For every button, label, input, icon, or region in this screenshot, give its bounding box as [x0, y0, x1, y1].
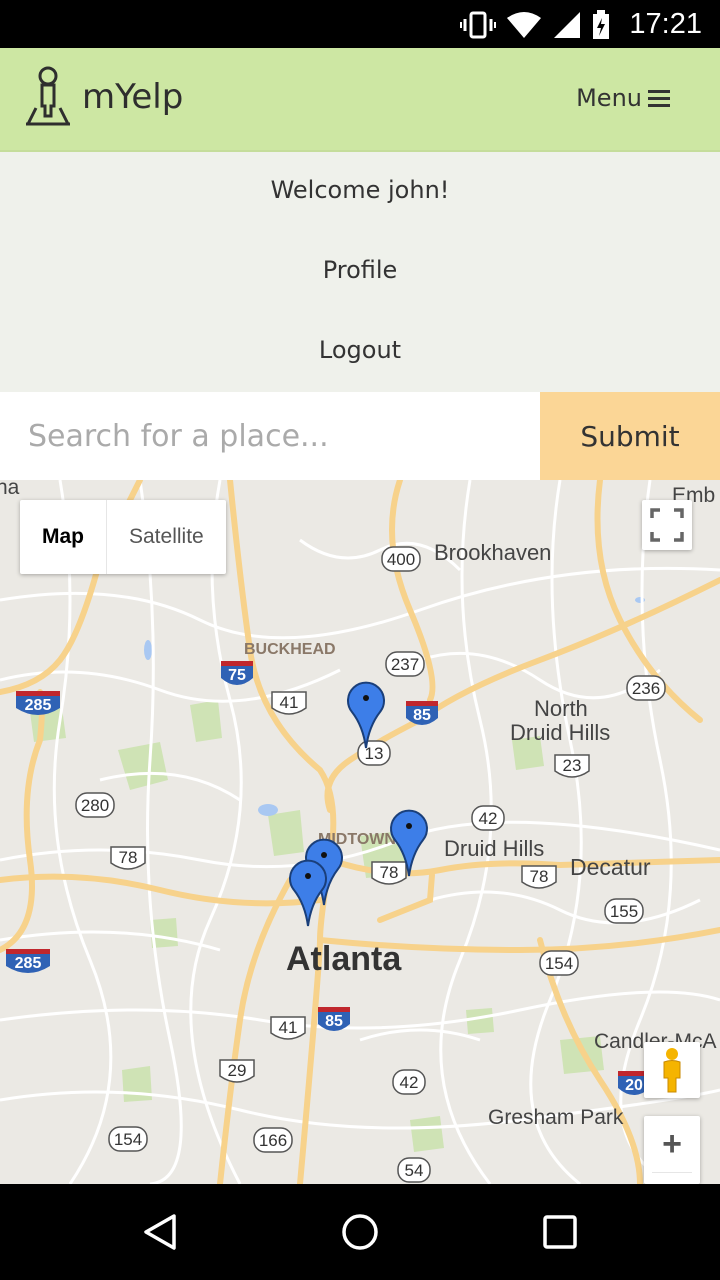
system-nav-bar — [0, 1184, 720, 1280]
search-form: Submit — [0, 392, 720, 480]
map-type-map-button[interactable]: Map — [20, 500, 107, 574]
shield-23: 23 — [563, 756, 582, 775]
shield-236: 236 — [632, 679, 660, 698]
google-map[interactable]: na Emb Brookhaven BUCKHEAD North Druid H… — [0, 480, 720, 1184]
shield-13: 13 — [365, 744, 384, 763]
wifi-icon — [507, 12, 541, 38]
label-brookhaven: Brookhaven — [434, 540, 551, 565]
shield-41a: 41 — [280, 693, 299, 712]
shield-154b: 154 — [114, 1130, 142, 1149]
search-input[interactable] — [0, 392, 540, 480]
shield-42b: 42 — [400, 1073, 419, 1092]
zoom-in-button[interactable]: + — [644, 1116, 700, 1172]
shield-155: 155 — [610, 902, 638, 921]
battery-charging-icon — [593, 10, 609, 39]
hamburger-icon — [648, 90, 670, 107]
welcome-text: Welcome john! — [270, 176, 450, 204]
shield-i85a: 85 — [413, 707, 431, 724]
street-view-pegman[interactable] — [644, 1042, 700, 1098]
back-icon[interactable] — [140, 1212, 180, 1252]
label-north-1: North — [534, 696, 588, 721]
fullscreen-button[interactable] — [642, 500, 692, 550]
map-type-control: Map Satellite — [20, 500, 226, 574]
shield-i285a: 285 — [25, 697, 52, 714]
label-buckhead: BUCKHEAD — [244, 641, 336, 658]
profile-link[interactable]: Profile — [0, 256, 720, 284]
label-north-2: Druid Hills — [510, 720, 610, 745]
shield-78a: 78 — [380, 863, 399, 882]
shield-78b: 78 — [119, 848, 138, 867]
shield-154a: 154 — [545, 954, 573, 973]
recents-icon[interactable] — [540, 1212, 580, 1252]
label-na: na — [0, 480, 20, 499]
logout-link[interactable]: Logout — [0, 336, 720, 364]
shield-i20: 20 — [625, 1077, 643, 1094]
signal-icon — [554, 12, 580, 38]
label-druid-hills: Druid Hills — [444, 836, 544, 861]
submit-button[interactable]: Submit — [540, 392, 720, 480]
status-time: 17:21 — [629, 8, 702, 40]
map-tiles[interactable]: na Emb Brookhaven BUCKHEAD North Druid H… — [0, 480, 720, 1184]
shield-i85b: 85 — [325, 1013, 343, 1030]
map-type-satellite-button[interactable]: Satellite — [107, 500, 226, 574]
menu-button[interactable]: Menu — [576, 84, 670, 112]
fullscreen-icon — [650, 508, 684, 542]
brand-name: mYelp — [82, 77, 184, 117]
menu-label: Menu — [576, 84, 642, 112]
shield-166: 166 — [259, 1131, 287, 1150]
label-decatur: Decatur — [570, 854, 651, 880]
menu-dropdown: Welcome john! Profile Logout — [0, 152, 720, 392]
shield-42a: 42 — [479, 809, 498, 828]
zoom-divider — [652, 1172, 692, 1173]
shield-54: 54 — [405, 1161, 424, 1180]
shield-29: 29 — [228, 1061, 247, 1080]
zoom-control: + — [644, 1116, 700, 1184]
shield-280: 280 — [81, 796, 109, 815]
shield-i285b: 285 — [15, 955, 42, 972]
person-pin-logo-icon — [26, 66, 70, 126]
shield-78c: 78 — [530, 867, 549, 886]
top-navbar: mYelp Menu — [0, 48, 720, 152]
shield-400: 400 — [387, 550, 415, 569]
label-gresham: Gresham Park — [488, 1106, 624, 1129]
status-icons — [460, 10, 610, 40]
status-bar: 17:21 — [0, 0, 720, 48]
label-atlanta: Atlanta — [286, 940, 402, 978]
pegman-icon — [663, 1048, 681, 1093]
vibrate-icon — [460, 11, 496, 39]
shield-237: 237 — [391, 655, 419, 674]
home-icon[interactable] — [340, 1212, 380, 1252]
brand-link[interactable]: mYelp — [24, 66, 183, 128]
shield-i75: 75 — [228, 667, 246, 684]
shield-41b: 41 — [279, 1018, 298, 1037]
